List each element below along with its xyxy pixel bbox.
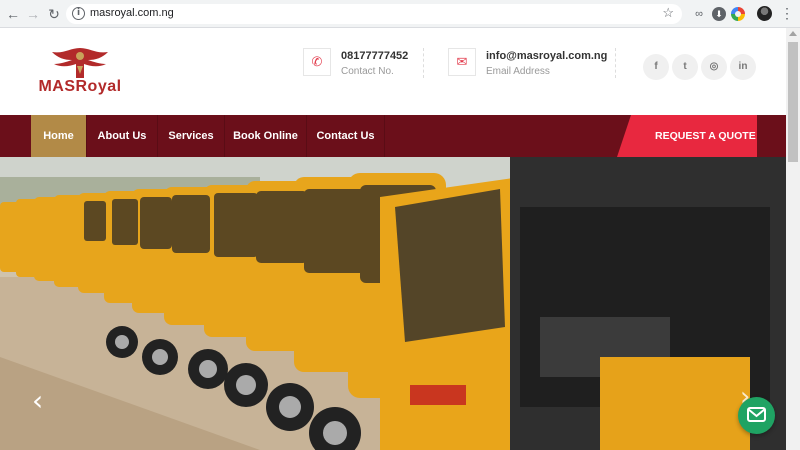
address-bar[interactable]: i masroyal.com.ng ☆	[66, 4, 682, 24]
scroll-up-arrow-icon[interactable]	[789, 31, 797, 36]
url-text: masroyal.com.ng	[90, 7, 174, 19]
browser-toolbar: ← → ↻ i masroyal.com.ng ☆ ∞ ⬇ ⋮	[0, 0, 800, 28]
email-address[interactable]: info@masroyal.com.ng	[486, 50, 607, 62]
scroll-thumb[interactable]	[788, 42, 798, 162]
info-icon[interactable]: i	[72, 7, 85, 20]
request-quote-button[interactable]: REQUEST A QUOTE	[617, 115, 757, 157]
nav-home[interactable]: Home	[31, 115, 87, 157]
chrome-extension-icon[interactable]	[731, 7, 745, 21]
phone-icon: ✆	[303, 48, 331, 76]
browser-menu-icon[interactable]: ⋮	[780, 5, 794, 21]
email-contact: ✉ info@masroyal.com.ng Email Address	[448, 48, 618, 84]
page-scrollbar[interactable]	[786, 28, 800, 450]
phone-number[interactable]: 08177777452	[341, 50, 408, 62]
divider	[423, 48, 424, 78]
site-logo[interactable]: MASRoyal	[34, 44, 126, 110]
bookmark-star-icon[interactable]: ☆	[662, 5, 674, 21]
nav-about-us[interactable]: About Us	[87, 115, 158, 157]
hero-slider[interactable]: ‹ ›	[0, 157, 786, 450]
phone-contact: ✆ 08177777452 Contact No.	[303, 48, 433, 84]
logo-text: MASRoyal	[38, 78, 122, 95]
download-icon[interactable]: ⬇	[712, 7, 726, 21]
main-navigation: Home About Us Services Book Online Conta…	[0, 115, 786, 157]
hero-image	[0, 157, 786, 450]
forward-arrow-icon[interactable]: →	[24, 5, 42, 23]
site-header: MASRoyal ✆ 08177777452 Contact No. ✉ inf…	[0, 28, 786, 116]
divider	[615, 48, 616, 78]
message-icon	[747, 407, 766, 422]
twitter-icon[interactable]: t	[672, 54, 698, 80]
email-label: Email Address	[486, 66, 550, 77]
nav-services[interactable]: Services	[158, 115, 225, 157]
profile-avatar[interactable]	[757, 6, 772, 21]
slider-prev-chevron-left-icon[interactable]: ‹	[32, 387, 43, 415]
envelope-icon: ✉	[448, 48, 476, 76]
extension-icon[interactable]: ∞	[692, 7, 706, 21]
nav-book-online[interactable]: Book Online	[225, 115, 307, 157]
chat-button[interactable]	[738, 397, 775, 434]
instagram-icon[interactable]: ◎	[701, 54, 727, 80]
phone-label: Contact No.	[341, 66, 394, 77]
nav-contact-us[interactable]: Contact Us	[307, 115, 385, 157]
facebook-icon[interactable]: f	[643, 54, 669, 80]
reload-icon[interactable]: ↻	[45, 5, 63, 23]
linkedin-icon[interactable]: in	[730, 54, 756, 80]
back-arrow-icon[interactable]: ←	[4, 5, 22, 23]
